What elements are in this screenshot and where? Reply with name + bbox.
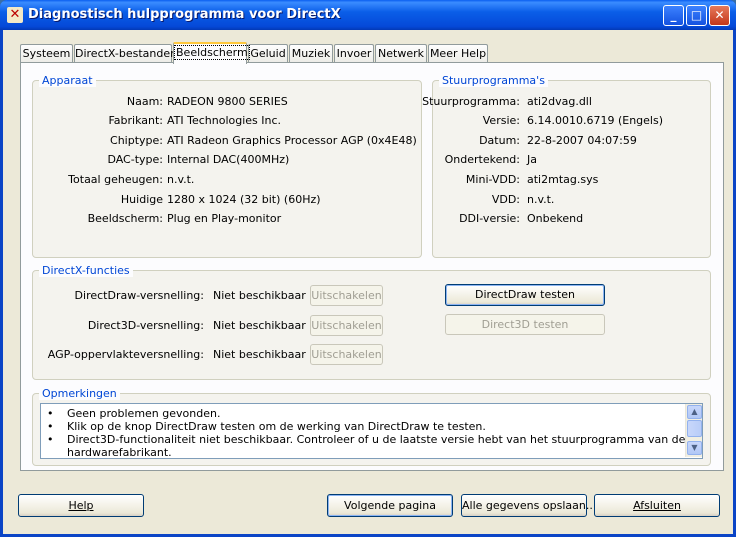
maximize-button[interactable]: □ — [686, 5, 707, 26]
close-button[interactable]: ✕ — [709, 5, 730, 26]
test-directdraw-button[interactable]: DirectDraw testen — [445, 284, 605, 306]
tab-systeem[interactable]: Systeem — [20, 44, 73, 63]
device-group-title: Apparaat — [39, 74, 96, 87]
directx-features-title: DirectX-functies — [39, 264, 133, 277]
notes-group-title: Opmerkingen — [39, 387, 120, 400]
device-row-monitor: Beeldscherm: Plug en Play-monitor — [87, 212, 282, 225]
scroll-down-arrow-icon[interactable]: ▼ — [687, 441, 702, 455]
drivers-row-signed: Ondertekend: Ja — [444, 153, 537, 166]
test-direct3d-button[interactable]: Direct3D testen — [445, 314, 605, 335]
title-bar[interactable]: ✕ Diagnostisch hulpprogramma voor Direct… — [0, 0, 736, 30]
device-row-total-memory: Totaal geheugen: n.v.t. — [68, 173, 195, 186]
drivers-group-title: Stuurprogramma's — [439, 74, 548, 87]
window-title: Diagnostisch hulpprogramma voor DirectX — [28, 7, 341, 22]
directx-features-group: DirectX-functies DirectDraw-versnelling:… — [32, 264, 711, 380]
save-all-info-button[interactable]: Alle gegevens opslaan... — [461, 494, 596, 517]
next-page-button[interactable]: Volgende pagina — [327, 494, 453, 517]
tab-invoer[interactable]: Invoer — [334, 44, 374, 63]
scroll-up-arrow-icon[interactable]: ▲ — [687, 405, 702, 419]
drivers-row-date: Datum: 22-8-2007 04:07:59 — [479, 134, 637, 147]
tab-muziek[interactable]: Muziek — [289, 44, 333, 63]
notes-textbox[interactable]: • Geen problemen gevonden. • Klik op de kn… — [40, 403, 703, 459]
device-row-current-mode: Huidige 1280 x 1024 (32 bit) (60Hz) — [120, 193, 321, 206]
directx-diagnostic-window: ✕ Diagnostisch hulpprogramma voor Direct… — [0, 0, 736, 537]
disable-direct3d-button[interactable]: Uitschakelen — [310, 315, 383, 336]
note-line-4: hardwarefabrikant. — [67, 446, 172, 459]
tab-beeldscherm[interactable]: Beeldscherm — [173, 42, 250, 64]
tab-directx-bestanden[interactable]: DirectX-bestanden — [74, 44, 177, 63]
note-line-2: • Klik op de knop DirectDraw testen om de… — [47, 420, 486, 433]
device-row-chiptype: Chiptype: ATI Radeon Graphics Processor … — [110, 134, 417, 147]
note-line-1: • Geen problemen gevonden. — [47, 407, 221, 420]
disable-agp-button[interactable]: Uitschakelen — [310, 344, 383, 365]
note-line-3: • Direct3D-functionaliteit niet beschikba… — [47, 433, 686, 446]
drivers-row-ddi-version: DDI-versie: Onbekend — [459, 212, 584, 225]
device-row-dac-type: DAC-type: Internal DAC(400MHz) — [107, 153, 290, 166]
scroll-thumb[interactable] — [687, 420, 702, 437]
drivers-row-vdd: VDD: n.v.t. — [491, 193, 555, 206]
exit-button[interactable]: Afsluiten — [594, 494, 720, 517]
drivers-row-version: Versie: 6.14.0010.6719 (Engels) — [482, 114, 664, 127]
drivers-group: Stuurprogramma's Stuurprogramma: ati2dva… — [422, 74, 711, 258]
drivers-row-mini-vdd: Mini-VDD: ati2mtag.sys — [465, 173, 599, 186]
device-row-name: Naam: RADEON 9800 SERIES — [126, 95, 288, 108]
tab-geluid[interactable]: Geluid — [248, 44, 288, 63]
disable-directdraw-button[interactable]: Uitschakelen — [310, 285, 383, 306]
directx-app-icon: ✕ — [7, 7, 23, 23]
drivers-row-driver: Stuurprogramma: ati2dvag.dll — [422, 95, 592, 108]
tab-meer-help[interactable]: Meer Help — [428, 44, 488, 63]
tab-netwerk[interactable]: Netwerk — [375, 44, 427, 63]
help-button[interactable]: Help — [18, 494, 144, 517]
device-row-manufacturer: Fabrikant: ATI Technologies Inc. — [108, 114, 282, 127]
device-group: Apparaat Naam: RADEON 9800 SERIES Fabrik… — [32, 74, 422, 258]
notes-scrollbar[interactable]: ▲ ▼ — [685, 404, 702, 457]
minimize-button[interactable]: _ — [663, 5, 684, 26]
